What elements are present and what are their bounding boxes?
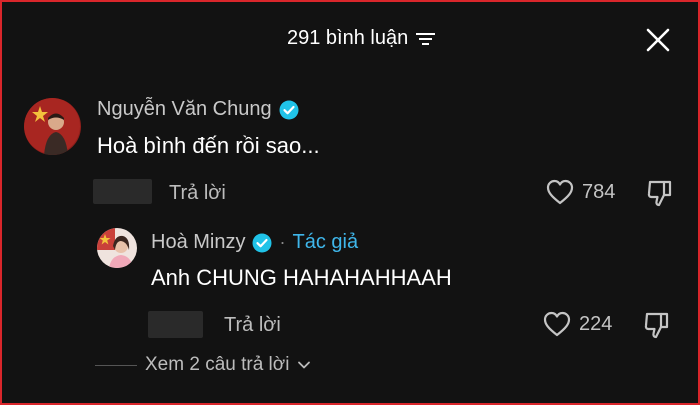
reply-button[interactable]: Trả lời (224, 314, 281, 337)
comment-text: Anh CHUNG HAHAHAHHAAH (151, 265, 452, 290)
divider-line (95, 364, 137, 366)
avatar[interactable] (24, 98, 81, 155)
verified-badge-icon (279, 100, 299, 119)
dislike-icon[interactable] (643, 311, 671, 339)
comments-header: 291 bình luận (2, 2, 698, 80)
redacted-timestamp (93, 179, 152, 204)
close-icon[interactable] (645, 27, 671, 53)
heart-icon (546, 179, 574, 205)
comment-author-name[interactable]: Hoà Minzy (151, 231, 245, 254)
comment-author-row: Hoà Minzy · Tác giả (151, 231, 358, 254)
comments-count-label: 291 bình luận (287, 27, 409, 49)
filter-lines-icon[interactable] (416, 31, 436, 47)
author-tag: Tác giả (292, 231, 359, 253)
verified-badge-icon (252, 233, 272, 252)
heart-icon (543, 311, 571, 337)
avatar-image-icon (97, 228, 137, 268)
view-more-label: Xem 2 câu trả lời (145, 354, 290, 375)
comments-count-title[interactable]: 291 bình luận (287, 27, 436, 50)
avatar[interactable] (97, 228, 137, 268)
comment-author-name[interactable]: Nguyễn Văn Chung (97, 98, 272, 121)
reply-button[interactable]: Trả lời (169, 182, 226, 205)
separator-dot: · (279, 232, 286, 252)
chevron-down-icon (298, 361, 311, 369)
like-button[interactable]: 224 (543, 311, 612, 337)
like-count: 224 (579, 312, 613, 335)
like-count: 784 (582, 180, 616, 203)
like-button[interactable]: 784 (546, 179, 615, 205)
view-more-replies[interactable]: Xem 2 câu trả lời (95, 354, 311, 376)
redacted-timestamp (148, 311, 203, 338)
comment-text: Hoà bình đến rồi sao... (97, 133, 320, 158)
comments-panel: 291 bình luận Nguyễn Văn Chung Hoà bình … (0, 0, 700, 405)
dislike-icon[interactable] (646, 179, 674, 207)
avatar-image-icon (24, 98, 81, 155)
comment-author-row: Nguyễn Văn Chung (97, 98, 299, 121)
